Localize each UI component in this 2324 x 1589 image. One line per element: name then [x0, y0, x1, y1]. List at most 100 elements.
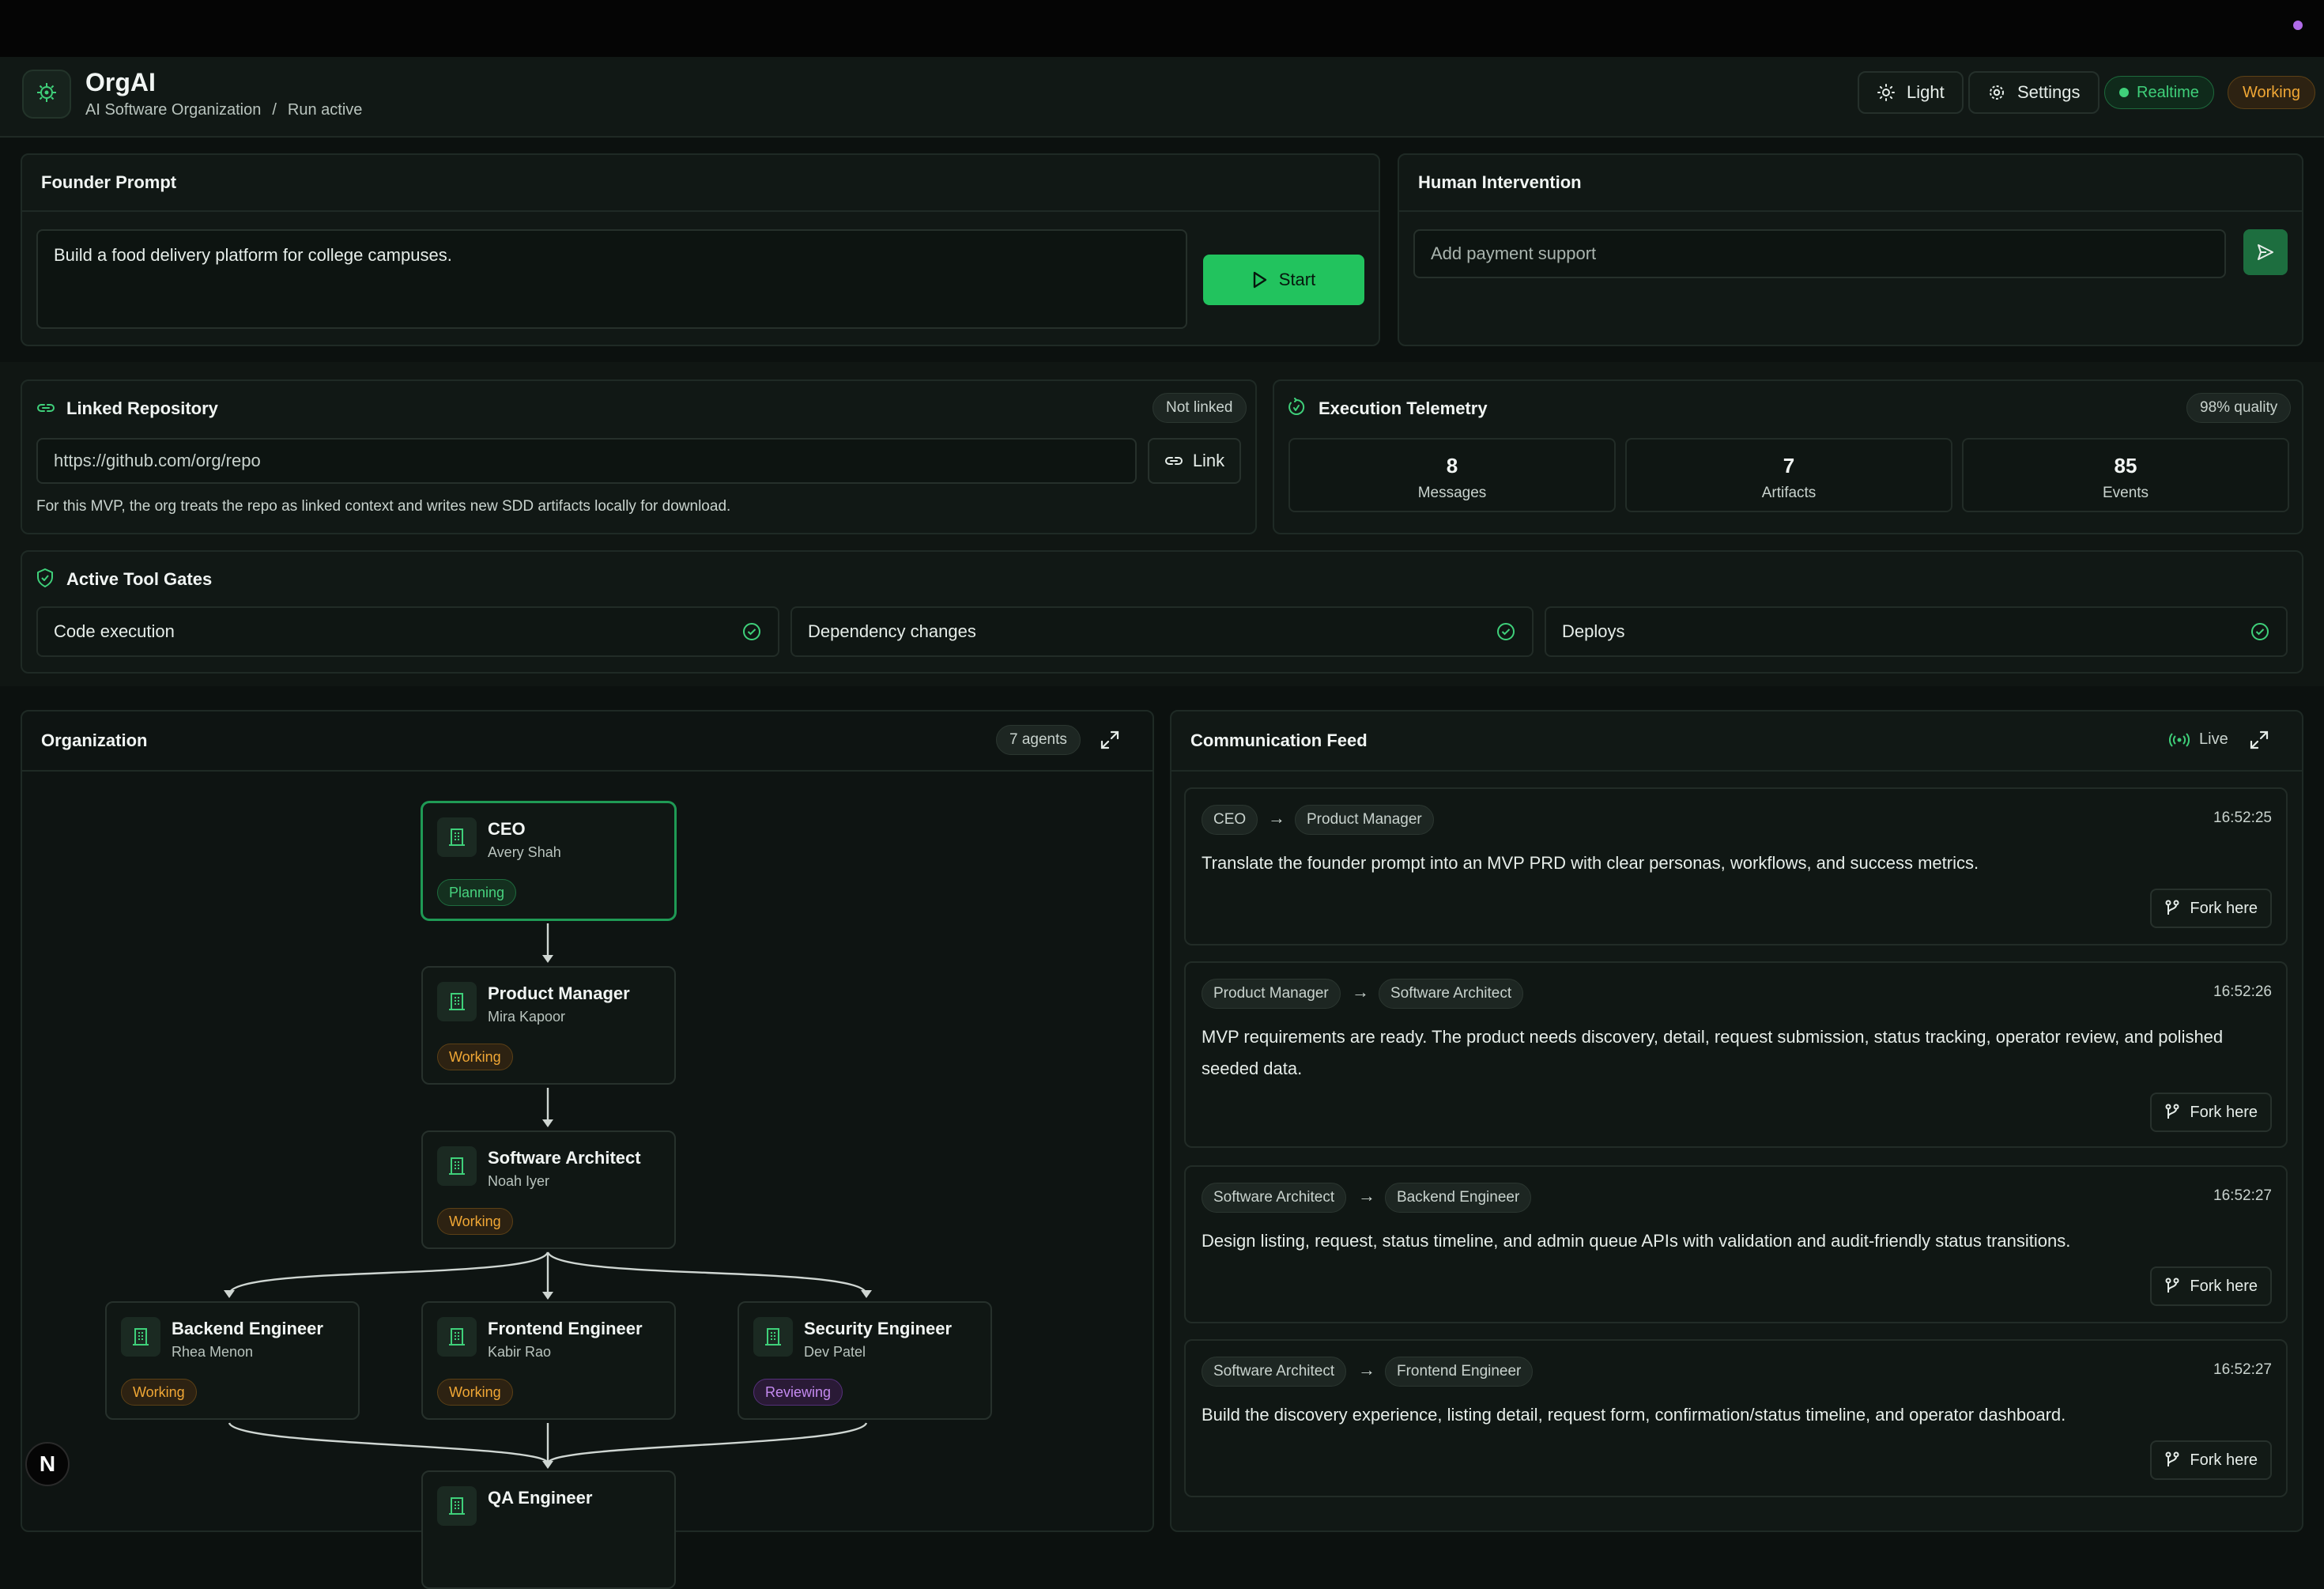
status-badge: Planning	[437, 879, 517, 906]
recipient-tag: Backend Engineer	[1385, 1183, 1532, 1213]
org-node-frontend-engineer[interactable]: Frontend Engineer Kabir Rao Working	[421, 1301, 676, 1420]
message-text: Design listing, request, status timeline…	[1202, 1231, 2071, 1251]
stat-value: 8	[1446, 454, 1458, 477]
message-time: 16:52:26	[2213, 983, 2272, 1000]
panel-divider	[1171, 770, 2302, 772]
recipient-tag: Frontend Engineer	[1385, 1357, 1534, 1387]
theme-toggle-button[interactable]: Light	[1858, 71, 1964, 114]
recipient-tag: Software Architect	[1379, 979, 1524, 1009]
agent-name: Avery Shah	[488, 844, 561, 860]
start-button[interactable]: Start	[1203, 255, 1364, 305]
start-label: Start	[1278, 270, 1316, 289]
org-node-security-engineer[interactable]: Security Engineer Dev Patel Reviewing	[738, 1301, 992, 1420]
expand-icon[interactable]	[2248, 729, 2270, 751]
org-node-backend-engineer[interactable]: Backend Engineer Rhea Menon Working	[105, 1301, 360, 1420]
broadcast-icon	[2169, 732, 2190, 747]
building-icon	[437, 817, 477, 857]
arrow-right-icon: →	[1358, 1186, 1375, 1206]
fork-label: Fork here	[2190, 1451, 2258, 1469]
settings-label: Settings	[2017, 82, 2081, 102]
settings-button[interactable]: Settings	[1968, 71, 2100, 114]
stat-label: Artifacts	[1761, 485, 1817, 501]
fork-button[interactable]: Fork here	[2150, 1440, 2272, 1480]
check-circle-icon	[1497, 623, 1515, 640]
play-icon	[1253, 271, 1266, 289]
fork-label: Fork here	[2190, 1103, 2258, 1121]
agent-role: Frontend Engineer	[488, 1319, 643, 1338]
realtime-badge: Realtime	[2104, 76, 2214, 109]
agent-role: Backend Engineer	[172, 1319, 323, 1338]
arrow-right-icon: →	[1358, 1360, 1375, 1380]
recipient-tag: Product Manager	[1295, 805, 1434, 835]
arrow-right-icon: →	[1352, 982, 1369, 1002]
intervention-input[interactable]: Add payment support	[1413, 229, 2226, 278]
sender-tag: Software Architect	[1202, 1183, 1347, 1213]
link-icon	[1164, 457, 1183, 465]
fork-button[interactable]: Fork here	[2150, 1266, 2272, 1306]
message-text: MVP requirements are ready. The product …	[1202, 1027, 2224, 1078]
fork-icon	[2165, 1278, 2179, 1293]
gear-icon	[1990, 85, 2004, 100]
feed-message: Software Architect → Backend Engineer 16…	[1184, 1165, 2288, 1323]
run-status-badge: Working	[2228, 76, 2315, 109]
agent-name: Rhea Menon	[172, 1344, 254, 1360]
send-button[interactable]	[2243, 229, 2288, 275]
stat-value: 7	[1783, 454, 1795, 477]
theme-label: Light	[1907, 82, 1945, 102]
feed-title: Communication Feed	[1190, 730, 1368, 750]
panel-divider	[1399, 210, 2302, 212]
stat-value: 85	[2114, 454, 2137, 477]
building-icon	[437, 1146, 477, 1186]
telemetry-title: Execution Telemetry	[1319, 398, 1488, 418]
stat-label: Messages	[1417, 485, 1487, 501]
gate-label: Deploys	[1562, 621, 1625, 641]
fork-button[interactable]: Fork here	[2150, 1093, 2272, 1132]
next-dev-badge-button[interactable]: N	[25, 1442, 70, 1486]
stat-messages: 8 Messages	[1288, 438, 1616, 512]
arrow-right-icon: →	[1268, 808, 1285, 828]
building-icon	[753, 1317, 793, 1357]
agent-name: Mira Kapoor	[488, 1009, 566, 1025]
activity-icon	[1288, 398, 1305, 415]
intervention-title: Human Intervention	[1418, 172, 1582, 192]
org-node-software-architect[interactable]: Software Architect Noah Iyer Working	[421, 1130, 676, 1249]
fork-label: Fork here	[2190, 1277, 2258, 1295]
agent-role: Product Manager	[488, 983, 630, 1003]
realtime-label: Realtime	[2137, 83, 2199, 101]
fork-label: Fork here	[2190, 899, 2258, 917]
building-icon	[437, 982, 477, 1021]
building-icon	[437, 1486, 477, 1526]
status-badge: Working	[437, 1208, 513, 1235]
live-label: Live	[2199, 730, 2228, 748]
fork-icon	[2165, 1104, 2179, 1119]
building-icon	[437, 1317, 477, 1357]
message-time: 16:52:25	[2213, 810, 2272, 826]
agent-name: Dev Patel	[804, 1344, 866, 1360]
org-node-product-manager[interactable]: Product Manager Mira Kapoor Working	[421, 966, 676, 1085]
gate-deploys[interactable]: Deploys	[1545, 606, 2288, 657]
send-icon	[2258, 244, 2273, 260]
feed-message: CEO → Product Manager 16:52:25 Translate…	[1184, 787, 2288, 945]
link-repo-button[interactable]: Link	[1148, 438, 1241, 484]
feed-message: Software Architect → Frontend Engineer 1…	[1184, 1339, 2288, 1497]
stat-artifacts: 7 Artifacts	[1625, 438, 1952, 512]
status-badge: Reviewing	[753, 1379, 843, 1406]
status-badge: Working	[437, 1379, 513, 1406]
fork-button[interactable]: Fork here	[2150, 889, 2272, 928]
status-badge: Working	[121, 1379, 197, 1406]
org-node-ceo[interactable]: CEO Avery Shah Planning	[421, 802, 676, 920]
agent-role: CEO	[488, 819, 526, 839]
message-time: 16:52:27	[2213, 1187, 2272, 1204]
agent-name: Kabir Rao	[488, 1344, 552, 1360]
sender-tag: Software Architect	[1202, 1357, 1347, 1387]
org-node-qa-engineer[interactable]: QA Engineer	[421, 1470, 676, 1589]
stat-events: 85 Events	[1962, 438, 2289, 512]
fork-icon	[2165, 1451, 2179, 1466]
message-text: Build the discovery experience, listing …	[1202, 1405, 2066, 1425]
sender-tag: Product Manager	[1202, 979, 1341, 1009]
agent-name: Noah Iyer	[488, 1173, 550, 1189]
message-time: 16:52:27	[2213, 1361, 2272, 1378]
agent-role: Software Architect	[488, 1148, 641, 1168]
stat-label: Events	[2102, 485, 2149, 501]
link-label: Link	[1192, 451, 1225, 470]
